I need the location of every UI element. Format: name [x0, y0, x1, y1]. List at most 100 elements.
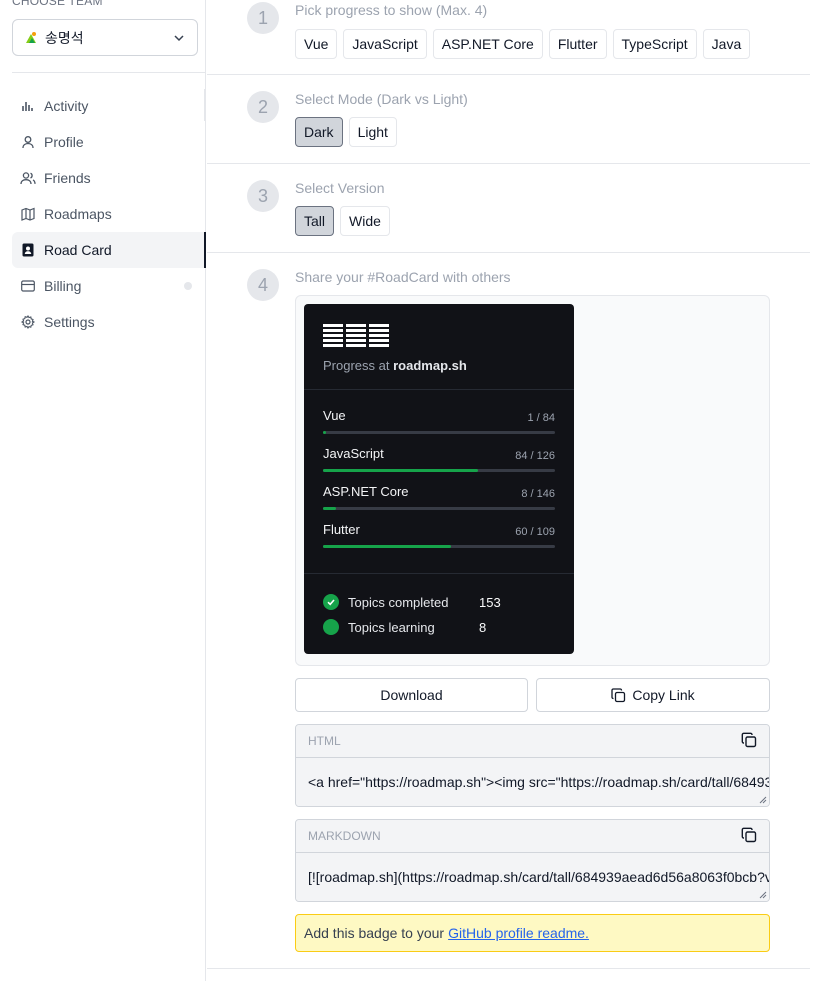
- markdown-embed: MARKDOWN [![roadmap.sh](https://roadmap.…: [295, 819, 770, 902]
- option-tall[interactable]: Tall: [295, 206, 335, 236]
- option-wide[interactable]: Wide: [340, 206, 390, 236]
- sidebar-item-label: Billing: [44, 278, 82, 294]
- stat-value: 8: [479, 619, 487, 635]
- markdown-embed-code-text: [![roadmap.sh](https://roadmap.sh/card/t…: [308, 869, 769, 885]
- sidebar-item-label: Activity: [44, 98, 89, 114]
- step-select-mode: 2 Select Mode (Dark vs Light) Dark Light: [207, 75, 810, 164]
- html-embed: HTML <a href="https://roadmap.sh"><img s…: [295, 724, 770, 807]
- sidebar-nav: Activity Profile Friends Roadmaps Road C…: [12, 88, 206, 340]
- card-heading: Progress at roadmap.sh: [323, 358, 467, 373]
- markdown-embed-label: MARKDOWN: [308, 829, 381, 843]
- track-name: Vue: [323, 408, 346, 423]
- sidebar-item-label: Roadmaps: [44, 206, 112, 222]
- id-card-icon: [20, 242, 36, 258]
- map-icon: [20, 206, 36, 222]
- sidebar-item-billing[interactable]: Billing: [12, 268, 206, 304]
- sidebar-item-label: Settings: [44, 314, 95, 330]
- stat-completed: Topics completed 153: [323, 594, 504, 610]
- stat-value: 153: [479, 594, 501, 610]
- step-select-version: 3 Select Version Tall Wide: [207, 164, 810, 253]
- chevron-down-icon: [171, 30, 187, 46]
- user-icon: [20, 134, 36, 150]
- sidebar-item-profile[interactable]: Profile: [12, 124, 206, 160]
- option-light[interactable]: Light: [348, 117, 397, 147]
- credit-card-icon: [20, 278, 36, 294]
- copy-icon[interactable]: [741, 732, 757, 751]
- nav-divider: [12, 72, 206, 73]
- option-typescript[interactable]: TypeScript: [612, 29, 697, 59]
- card-divider: [304, 389, 574, 390]
- team-label: CHOOSE TEAM: [12, 0, 103, 8]
- track-progress-bar: [323, 507, 555, 510]
- track-count: 60 / 109: [515, 526, 555, 538]
- markdown-embed-header: MARKDOWN: [296, 820, 769, 853]
- sidebar-item-label: Friends: [44, 170, 91, 186]
- track-name: ASP.NET Core: [323, 484, 409, 499]
- option-flutter[interactable]: Flutter: [548, 29, 607, 59]
- step-title: Select Mode (Dark vs Light): [295, 91, 468, 107]
- option-vue[interactable]: Vue: [295, 29, 338, 59]
- copy-icon[interactable]: [741, 827, 757, 846]
- card-heading-prefix: Progress at: [323, 358, 390, 373]
- download-button[interactable]: Download: [295, 678, 528, 712]
- markdown-embed-code[interactable]: [![roadmap.sh](https://roadmap.sh/card/t…: [296, 853, 769, 901]
- resize-handle-icon[interactable]: [759, 796, 767, 804]
- copy-icon: [611, 687, 626, 702]
- html-embed-label: HTML: [308, 734, 341, 748]
- roadmap-logo-icon: [323, 324, 389, 350]
- step-number: 2: [247, 91, 279, 123]
- track-progress-fill: [323, 469, 478, 472]
- option-aspnet-core[interactable]: ASP.NET Core: [432, 29, 543, 59]
- sidebar: CHOOSE TEAM 송명석 Activity Profile Friends…: [0, 0, 206, 981]
- track-count: 84 / 126: [515, 450, 555, 462]
- progress-options: Vue JavaScript ASP.NET Core Flutter Type…: [295, 29, 751, 59]
- mode-options: Dark Light: [295, 117, 397, 147]
- check-circle-icon: [323, 594, 339, 610]
- sidebar-item-roadmaps[interactable]: Roadmaps: [12, 196, 206, 232]
- track-progress-bar: [323, 431, 555, 434]
- step-title: Select Version: [295, 180, 385, 196]
- team-name: 송명석: [45, 29, 84, 46]
- download-label: Download: [380, 687, 443, 703]
- section-divider: [207, 968, 810, 969]
- github-readme-link[interactable]: GitHub profile readme.: [448, 925, 589, 941]
- track-row: Vue 1 / 84: [323, 408, 555, 434]
- sidebar-item-activity[interactable]: Activity: [12, 88, 206, 124]
- sidebar-item-settings[interactable]: Settings: [12, 304, 206, 340]
- html-embed-code[interactable]: <a href="https://roadmap.sh"><img src="h…: [296, 758, 769, 806]
- sidebar-item-label: Road Card: [44, 242, 112, 258]
- gear-icon: [20, 314, 36, 330]
- html-embed-code-text: <a href="https://roadmap.sh"><img src="h…: [308, 774, 769, 790]
- team-logo-icon: [23, 30, 39, 46]
- resize-handle-icon[interactable]: [759, 891, 767, 899]
- html-embed-header: HTML: [296, 725, 769, 758]
- sidebar-item-friends[interactable]: Friends: [12, 160, 206, 196]
- step-number: 1: [247, 2, 279, 34]
- sidebar-item-label: Profile: [44, 134, 84, 150]
- card-divider: [304, 573, 574, 574]
- github-badge-notice: Add this badge to your GitHub profile re…: [295, 914, 770, 952]
- team-select[interactable]: 송명석: [12, 19, 198, 56]
- option-java[interactable]: Java: [702, 29, 751, 59]
- track-count: 8 / 146: [521, 488, 555, 500]
- copy-link-button[interactable]: Copy Link: [536, 678, 770, 712]
- option-javascript[interactable]: JavaScript: [343, 29, 427, 59]
- step-title: Share your #RoadCard with others: [295, 269, 511, 285]
- step-title: Pick progress to show (Max. 4): [295, 2, 488, 18]
- users-icon: [20, 170, 36, 186]
- step-pick-progress: 1 Pick progress to show (Max. 4) Vue Jav…: [207, 0, 810, 75]
- track-row: JavaScript 84 / 126: [323, 446, 555, 472]
- track-count: 1 / 84: [527, 412, 555, 424]
- track-progress-bar: [323, 469, 555, 472]
- bar-chart-icon: [20, 98, 36, 114]
- step-number: 4: [247, 269, 279, 301]
- track-progress-fill: [323, 507, 336, 510]
- track-progress-fill: [323, 431, 326, 434]
- version-options: Tall Wide: [295, 206, 390, 236]
- track-row: ASP.NET Core 8 / 146: [323, 484, 555, 510]
- status-dot: [184, 282, 192, 290]
- option-dark[interactable]: Dark: [295, 117, 343, 147]
- sidebar-item-road-card[interactable]: Road Card: [12, 232, 206, 268]
- step-number: 3: [247, 180, 279, 212]
- card-heading-site: roadmap.sh: [393, 358, 467, 373]
